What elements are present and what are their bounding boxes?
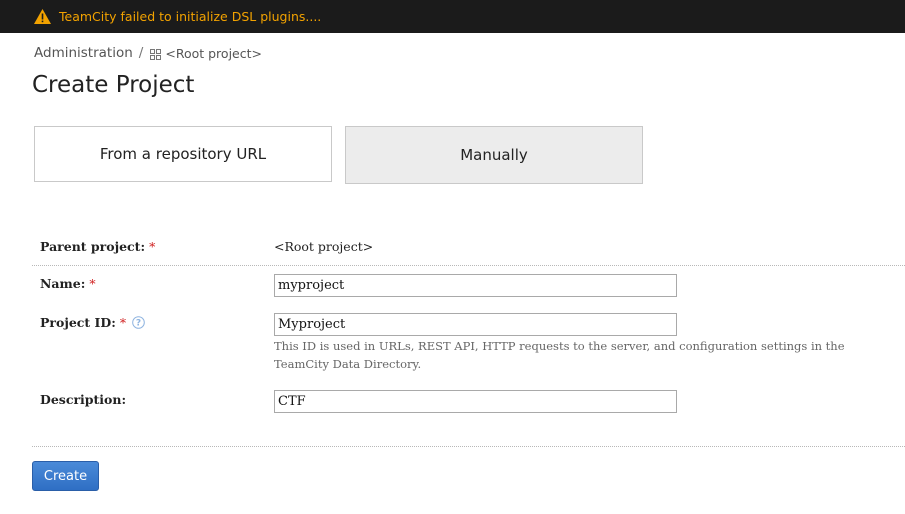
breadcrumb-separator: / bbox=[138, 45, 144, 61]
divider bbox=[32, 265, 905, 266]
description-input[interactable] bbox=[274, 390, 677, 413]
name-label: Name: * bbox=[40, 276, 96, 291]
parent-project-label: Parent project: * bbox=[40, 239, 155, 254]
breadcrumb: Administration / <Root project> bbox=[34, 45, 262, 61]
parent-project-label-text: Parent project: bbox=[40, 239, 146, 254]
warning-icon bbox=[34, 9, 51, 24]
project-id-label: Project ID: * ? bbox=[40, 315, 145, 330]
breadcrumb-root-project[interactable]: <Root project> bbox=[165, 46, 262, 61]
help-icon[interactable]: ? bbox=[132, 316, 145, 329]
warning-message[interactable]: TeamCity failed to initialize DSL plugin… bbox=[59, 9, 321, 24]
project-icon bbox=[150, 48, 162, 60]
svg-text:?: ? bbox=[136, 319, 141, 329]
manually-option[interactable]: Manually bbox=[345, 126, 643, 184]
page-title: Create Project bbox=[32, 72, 195, 98]
project-id-input[interactable] bbox=[274, 313, 677, 336]
warning-banner: TeamCity failed to initialize DSL plugin… bbox=[0, 0, 905, 33]
manually-label: Manually bbox=[460, 146, 528, 164]
project-id-label-text: Project ID: bbox=[40, 315, 116, 330]
name-input[interactable] bbox=[274, 274, 677, 297]
project-id-hint: This ID is used in URLs, REST API, HTTP … bbox=[274, 339, 845, 371]
description-label: Description: bbox=[40, 392, 126, 407]
divider bbox=[32, 446, 905, 447]
required-mark: * bbox=[149, 239, 156, 254]
required-mark: * bbox=[89, 276, 96, 291]
from-repository-url-option[interactable]: From a repository URL bbox=[34, 126, 332, 182]
required-mark: * bbox=[119, 315, 127, 330]
from-repository-url-label: From a repository URL bbox=[99, 145, 267, 163]
breadcrumb-administration[interactable]: Administration bbox=[34, 45, 133, 61]
create-button-label: Create bbox=[43, 468, 88, 484]
create-button[interactable]: Create bbox=[32, 461, 99, 491]
name-label-text: Name: bbox=[40, 276, 86, 291]
description-label-text: Description: bbox=[40, 392, 127, 407]
parent-project-value: <Root project> bbox=[274, 239, 374, 254]
